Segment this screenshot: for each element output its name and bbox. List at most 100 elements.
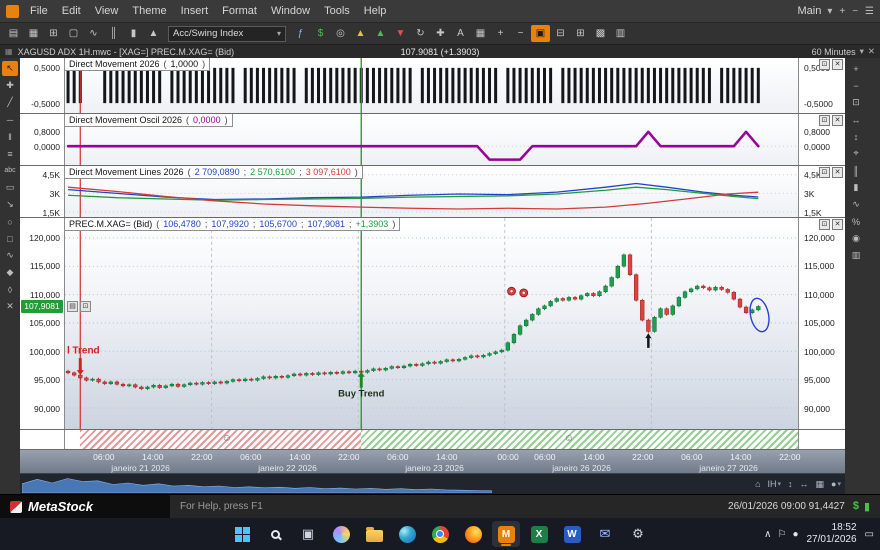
new-workspace-icon[interactable]: + [839,6,845,17]
nav-pointer-icon[interactable]: ●▾ [831,479,841,489]
bar-style-icon[interactable]: ║ [104,25,123,42]
workspace-dropdown-icon[interactable]: ▾ [827,6,832,17]
price-plot[interactable]: l TrendBuy Trend ▤⊡ [64,218,799,429]
indicator-fx-icon[interactable]: ƒ [291,25,310,42]
network-icon[interactable]: ⚐ [777,529,786,540]
nav-period-button[interactable]: IH▾ [768,479,782,489]
volume-icon[interactable]: ● [792,529,798,540]
collapse-ribbon-icon[interactable]: − [852,6,858,17]
expert-advisor-icon[interactable]: $ [311,25,330,42]
nav-hscale-icon[interactable]: ↔ [800,479,809,489]
menu-file[interactable]: File [23,3,55,19]
pane-maximize-button[interactable]: ⊡ [819,219,830,230]
trendline-tool[interactable]: ╱ [2,95,18,110]
pane-close-button[interactable]: ✕ [832,59,843,70]
nav-home-icon[interactable]: ⌂ [755,479,760,489]
open-chart-icon[interactable]: ▤ [4,25,23,42]
buy-arrow-icon[interactable]: ▲ [371,25,390,42]
rectangle-tool[interactable]: □ [2,231,18,246]
tile-vertical-icon[interactable]: ⊞ [571,25,590,42]
snapshot-tool[interactable]: ◉ [848,231,864,246]
save-chart-icon[interactable]: ▦ [24,25,43,42]
taskbar-clock[interactable]: 18:52 27/01/2026 [806,522,856,546]
workspace-layout-icon[interactable]: ▥ [611,25,630,42]
crosshair-icon[interactable]: ✚ [431,25,450,42]
copilot-button[interactable] [327,521,355,547]
arrow-tool[interactable]: ↘ [2,197,18,212]
online-status-icon[interactable]: ▮ [864,500,870,513]
file-explorer-button[interactable] [360,521,388,547]
fibonacci-tool[interactable]: ≡ [2,146,18,161]
pan-tool[interactable]: ↔ [848,112,864,127]
explorer-icon[interactable]: ◎ [331,25,350,42]
menu-tools[interactable]: Tools [317,3,357,19]
zoom-out-icon[interactable]: − [511,25,530,42]
tile-horizontal-icon[interactable]: ⊟ [551,25,570,42]
settings-button[interactable]: ⚙ [624,521,652,547]
sell-arrow-icon[interactable]: ▼ [391,25,410,42]
tray-expand-icon[interactable]: ∧ [764,529,771,540]
app-menu-icon[interactable]: ☰ [865,6,874,17]
pane-close-button[interactable]: ✕ [832,167,843,178]
menu-theme[interactable]: Theme [125,3,173,19]
candlestick-chart[interactable]: l TrendBuy Trend [65,218,798,429]
pane-maximize-button[interactable]: ⊡ [819,167,830,178]
periodicity-dropdown-icon[interactable]: ▾ [860,46,864,57]
symbol-tool[interactable]: ◆ [2,265,18,280]
close-chart-icon[interactable]: ✕ [868,46,875,57]
crosshair-pointer-tool[interactable]: ⌖ [848,146,864,161]
navigator-minichart[interactable] [22,475,492,493]
refresh-data-icon[interactable]: ↻ [411,25,430,42]
menu-view[interactable]: View [88,3,126,19]
pointer-tool[interactable]: ↖ [2,61,18,76]
horizontal-line-tool[interactable]: ─ [2,112,18,127]
callout-tool[interactable]: ▭ [2,180,18,195]
zoom-in-tool[interactable]: + [848,61,864,76]
mountain-style-icon[interactable]: ▲ [144,25,163,42]
metastock-app-button[interactable]: M [492,521,520,547]
cascade-windows-icon[interactable]: ▩ [591,25,610,42]
pane-maximize-button[interactable]: ⊡ [819,59,830,70]
pane-maximize-button[interactable]: ⊡ [819,115,830,126]
mail-app-button[interactable]: ✉ [591,521,619,547]
print-icon[interactable]: ⊞ [44,25,63,42]
alert-icon[interactable]: ▲ [351,25,370,42]
nav-vscale-icon[interactable]: ↕ [788,479,793,489]
crosshair-tool[interactable]: ✚ [2,78,18,93]
copy-window-icon[interactable]: ▢ [64,25,83,42]
zoom-box-tool[interactable]: ⊡ [848,95,864,110]
percent-scale-tool[interactable]: % [848,214,864,229]
start-button[interactable] [228,521,256,547]
menu-help[interactable]: Help [357,3,394,19]
menu-window[interactable]: Window [264,3,317,19]
chrome-browser-button[interactable] [426,521,454,547]
eraser-tool[interactable]: ◊ [2,282,18,297]
candlestick-style-icon[interactable]: ▮ [124,25,143,42]
channel-tool[interactable]: ‖ [2,129,18,144]
chart-navigator[interactable]: ⌂IH▾↕↔▦●▾ [20,474,845,494]
zoom-out-tool[interactable]: − [848,78,864,93]
menu-insert[interactable]: Insert [174,3,216,19]
print-preview-icon[interactable]: ⊡ [80,301,91,312]
bar-chart-tool[interactable]: ║ [848,163,864,178]
menu-edit[interactable]: Edit [55,3,88,19]
menu-format[interactable]: Format [215,3,264,19]
workspace-selector[interactable]: Main [797,5,821,17]
text-note-icon[interactable]: A [451,25,470,42]
edge-browser-button[interactable] [393,521,421,547]
notification-center-icon[interactable]: ▭ [865,529,874,540]
pane-close-button[interactable]: ✕ [832,115,843,126]
candle-chart-tool[interactable]: ▮ [848,180,864,195]
grid-toggle-icon[interactable]: ▦ [471,25,490,42]
vscale-tool[interactable]: ↕ [848,129,864,144]
text-tool[interactable]: abc [2,163,18,178]
pane-close-button[interactable]: ✕ [832,219,843,230]
zigzag-tool[interactable]: ∿ [2,248,18,263]
search-button[interactable] [261,521,289,547]
excel-app-button[interactable]: X [525,521,553,547]
zoom-in-icon[interactable]: + [491,25,510,42]
layers-tool[interactable]: ▥ [848,248,864,263]
ellipse-tool[interactable]: ○ [2,214,18,229]
indicator-quicklist[interactable]: Acc/Swing Index ▾ [168,26,286,42]
expert-status-icon[interactable]: $ [853,500,859,513]
